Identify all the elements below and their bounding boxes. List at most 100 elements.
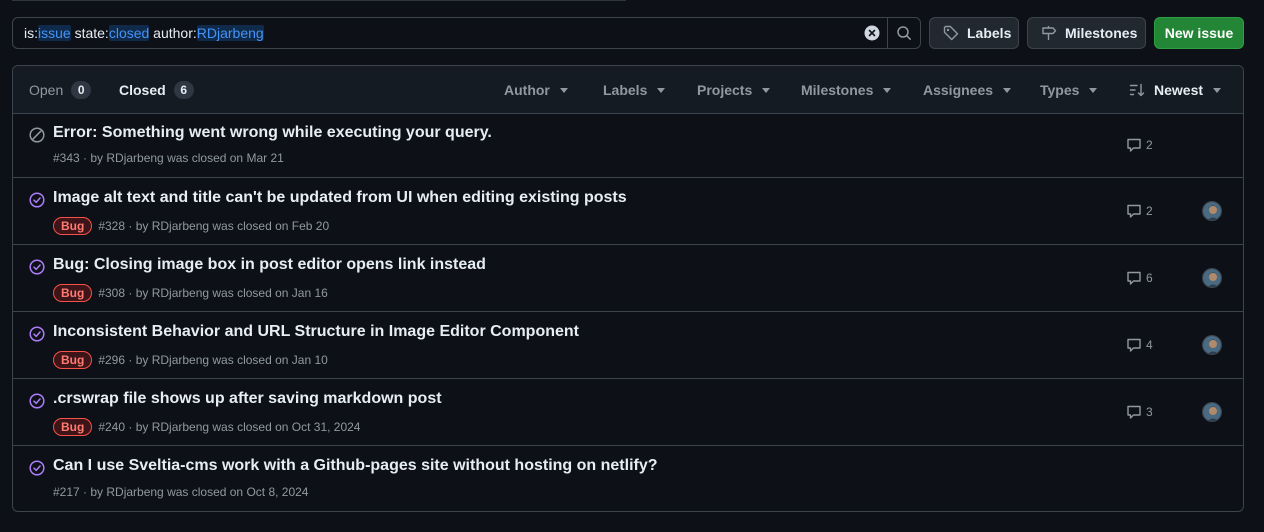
closed-completed-icon bbox=[29, 460, 45, 476]
comment-count: 3 bbox=[1146, 405, 1153, 419]
filter-labels[interactable]: Labels bbox=[603, 66, 666, 114]
issue-meta: #343 · by RDjarbeng was closed on Mar 21 bbox=[53, 151, 284, 165]
issue-title[interactable]: Image alt text and title can't be update… bbox=[53, 189, 627, 207]
comment-icon bbox=[1127, 271, 1141, 285]
search-icon bbox=[897, 26, 911, 40]
comment-icon bbox=[1127, 405, 1141, 419]
assignee-avatar[interactable] bbox=[1202, 201, 1222, 221]
filter-projects-label: Projects bbox=[697, 82, 753, 98]
issue-list: Open 0 Closed 6 Author Labels Projects M… bbox=[12, 65, 1244, 512]
tag-icon bbox=[943, 25, 959, 41]
issue-meta-text: #296 · by RDjarbeng was closed on Jan 10 bbox=[98, 353, 328, 367]
issue-row[interactable]: .crswrap file shows up after saving mark… bbox=[13, 379, 1243, 446]
tab-open-label: Open bbox=[29, 82, 64, 98]
labels-button-label: Labels bbox=[967, 25, 1012, 41]
avatar-icon bbox=[1203, 403, 1221, 421]
issue-label-bug[interactable]: Bug bbox=[53, 418, 93, 436]
tab-open[interactable]: Open 0 bbox=[29, 66, 92, 114]
filter-labels-label: Labels bbox=[603, 82, 648, 98]
issue-meta: Bug #308 · by RDjarbeng was closed on Ja… bbox=[53, 284, 328, 302]
new-issue-button[interactable]: New issue bbox=[1154, 17, 1244, 49]
query-value: RDjarbeng bbox=[196, 25, 264, 41]
issue-row[interactable]: Error: Something went wrong while execut… bbox=[13, 114, 1243, 178]
chevron-down-icon bbox=[657, 87, 666, 93]
issue-label-bug[interactable]: Bug bbox=[53, 217, 93, 235]
chevron-down-icon bbox=[559, 87, 568, 93]
sort-icon bbox=[1129, 83, 1145, 97]
issue-meta: #217 · by RDjarbeng was closed on Oct 8,… bbox=[53, 485, 308, 499]
closed-count-badge: 6 bbox=[173, 81, 194, 99]
issue-rows: Error: Something went wrong while execut… bbox=[13, 114, 1243, 511]
issue-title[interactable]: Inconsistent Behavior and URL Structure … bbox=[53, 323, 579, 341]
closed-completed-icon bbox=[29, 259, 45, 275]
query-value: closed bbox=[108, 25, 150, 41]
search-query[interactable]: is:issue state:closed author:RDjarbeng bbox=[13, 25, 857, 41]
issue-title[interactable]: .crswrap file shows up after saving mark… bbox=[53, 390, 442, 408]
issue-meta-text: #308 · by RDjarbeng was closed on Jan 16 bbox=[98, 286, 328, 300]
filter-author-label: Author bbox=[504, 82, 550, 98]
open-count-badge: 0 bbox=[71, 81, 92, 99]
search-button[interactable] bbox=[888, 18, 920, 48]
issue-label-bug[interactable]: Bug bbox=[53, 351, 93, 369]
clear-icon bbox=[864, 25, 880, 41]
closed-completed-icon bbox=[29, 326, 45, 342]
avatar-icon bbox=[1203, 202, 1221, 220]
issue-list-header: Open 0 Closed 6 Author Labels Projects M… bbox=[13, 66, 1243, 114]
issue-comments[interactable]: 2 bbox=[1126, 137, 1153, 153]
tab-closed[interactable]: Closed 6 bbox=[119, 66, 194, 114]
issue-title[interactable]: Bug: Closing image box in post editor op… bbox=[53, 256, 486, 274]
tab-closed-label: Closed bbox=[119, 82, 166, 98]
query-key: is: bbox=[24, 25, 38, 41]
issue-comments[interactable]: 2 bbox=[1126, 203, 1153, 219]
milestone-icon bbox=[1042, 26, 1057, 40]
issue-row[interactable]: Inconsistent Behavior and URL Structure … bbox=[13, 312, 1243, 379]
sort-dropdown[interactable]: Newest bbox=[1129, 66, 1222, 114]
filter-types-label: Types bbox=[1040, 82, 1080, 98]
comment-count: 6 bbox=[1146, 271, 1153, 285]
comment-count: 2 bbox=[1146, 138, 1153, 152]
closed-completed-icon bbox=[29, 192, 45, 208]
issue-meta-text: #343 · by RDjarbeng was closed on Mar 21 bbox=[53, 151, 284, 165]
issue-row[interactable]: Image alt text and title can't be update… bbox=[13, 178, 1243, 245]
assignee-avatar[interactable] bbox=[1202, 268, 1222, 288]
filter-assignees-label: Assignees bbox=[923, 82, 994, 98]
closed-not-planned-icon bbox=[29, 127, 45, 143]
filter-types[interactable]: Types bbox=[1040, 66, 1098, 114]
comment-icon bbox=[1127, 138, 1141, 152]
issue-meta-text: #217 · by RDjarbeng was closed on Oct 8,… bbox=[53, 485, 309, 499]
search-input[interactable]: is:issue state:closed author:RDjarbeng bbox=[12, 17, 921, 49]
issue-comments[interactable]: 6 bbox=[1126, 270, 1153, 286]
chevron-down-icon bbox=[762, 87, 771, 93]
issue-label-bug[interactable]: Bug bbox=[53, 284, 93, 302]
query-key: state: bbox=[70, 25, 109, 41]
issue-comments[interactable]: 3 bbox=[1126, 404, 1153, 420]
top-divider bbox=[12, 0, 626, 1]
issue-row[interactable]: Can I use Sveltia-cms work with a Github… bbox=[13, 446, 1243, 511]
comment-count: 2 bbox=[1146, 204, 1153, 218]
avatar-icon bbox=[1203, 336, 1221, 354]
issue-meta-text: #328 · by RDjarbeng was closed on Feb 20 bbox=[98, 219, 330, 233]
filter-assignees[interactable]: Assignees bbox=[923, 66, 1012, 114]
filter-milestones-label: Milestones bbox=[801, 82, 874, 98]
query-key: author: bbox=[149, 25, 197, 41]
query-value: issue bbox=[38, 25, 71, 41]
sort-label: Newest bbox=[1154, 82, 1204, 98]
labels-button[interactable]: Labels bbox=[929, 17, 1019, 49]
chevron-down-icon bbox=[883, 87, 892, 93]
filter-author[interactable]: Author bbox=[504, 66, 568, 114]
filter-projects[interactable]: Projects bbox=[697, 66, 771, 114]
assignee-avatar[interactable] bbox=[1202, 335, 1222, 355]
search-toolbar: is:issue state:closed author:RDjarbeng L… bbox=[12, 17, 1244, 49]
assignee-avatar[interactable] bbox=[1202, 402, 1222, 422]
issue-comments[interactable]: 4 bbox=[1126, 337, 1153, 353]
milestones-button[interactable]: Milestones bbox=[1027, 17, 1146, 49]
filter-milestones[interactable]: Milestones bbox=[801, 66, 892, 114]
chevron-down-icon bbox=[1213, 87, 1222, 93]
milestones-button-label: Milestones bbox=[1065, 25, 1138, 41]
issue-title[interactable]: Error: Something went wrong while execut… bbox=[53, 124, 492, 142]
closed-completed-icon bbox=[29, 393, 45, 409]
clear-search-button[interactable] bbox=[857, 18, 887, 48]
issue-meta-text: #240 · by RDjarbeng was closed on Oct 31… bbox=[98, 420, 361, 434]
issue-row[interactable]: Bug: Closing image box in post editor op… bbox=[13, 245, 1243, 312]
issue-title[interactable]: Can I use Sveltia-cms work with a Github… bbox=[53, 457, 658, 475]
